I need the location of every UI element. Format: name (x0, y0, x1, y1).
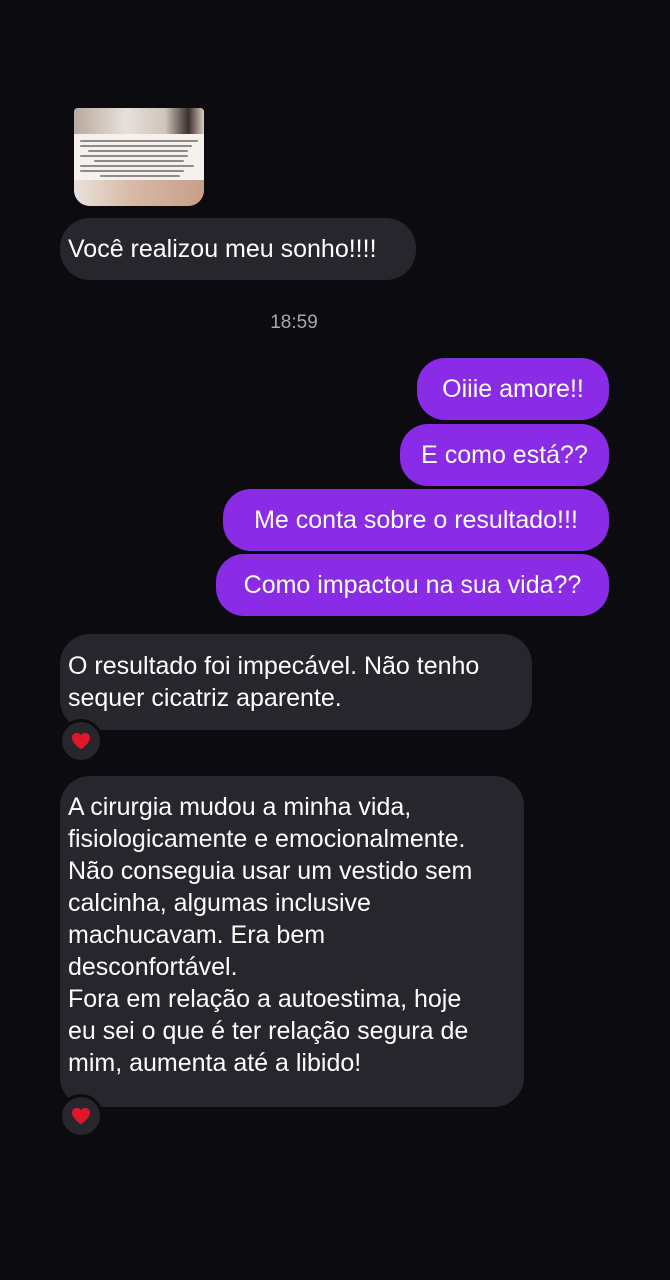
message-text-line: Não conseguia usar um vestido sem (68, 857, 473, 885)
message-incoming[interactable]: O resultado foi impecável. Não tenho seq… (60, 634, 532, 730)
story-reply-thumbnail[interactable] (74, 108, 204, 206)
message-reaction[interactable] (59, 1094, 103, 1138)
story-text-snippet (74, 134, 204, 180)
message-text: Oiiie amore!! (442, 375, 584, 403)
message-text: E como está?? (421, 441, 588, 469)
message-outgoing[interactable]: Como impactou na sua vida?? (216, 554, 609, 616)
message-text: Como impactou na sua vida?? (243, 571, 582, 599)
message-text-line: desconfortável. (68, 953, 238, 981)
message-timestamp: 18:59 (270, 312, 318, 333)
message-incoming[interactable]: Você realizou meu sonho!!!! (60, 218, 416, 280)
message-text-line: eu sei o que é ter relação segura de (68, 1017, 469, 1045)
message-text-line: machucavam. Era bem (68, 921, 326, 949)
message-text-line: A cirurgia mudou a minha vida, (68, 793, 412, 821)
heart-icon (72, 732, 90, 750)
message-text-line: O resultado foi impecável. Não tenho (68, 652, 480, 680)
story-photo-bottom (74, 180, 204, 206)
heart-icon (72, 1107, 90, 1125)
message-text: Me conta sobre o resultado!!! (254, 506, 578, 534)
message-text-line: fisiologicamente e emocionalmente. (68, 825, 466, 853)
message-outgoing[interactable]: Me conta sobre o resultado!!! (223, 489, 609, 551)
message-reaction[interactable] (59, 719, 103, 763)
message-outgoing[interactable]: E como está?? (400, 424, 609, 486)
story-photo-top (74, 108, 204, 134)
message-text: Você realizou meu sonho!!!! (68, 235, 377, 263)
message-text-line: calcinha, algumas inclusive (68, 889, 371, 917)
message-text-line: mim, aumenta até a libido! (68, 1049, 362, 1077)
message-text-line: Fora em relação a autoestima, hoje (68, 985, 462, 1013)
message-outgoing[interactable]: Oiiie amore!! (417, 358, 609, 420)
message-incoming[interactable]: A cirurgia mudou a minha vida, fisiologi… (60, 776, 524, 1107)
message-text-line: sequer cicatriz aparente. (68, 684, 342, 712)
